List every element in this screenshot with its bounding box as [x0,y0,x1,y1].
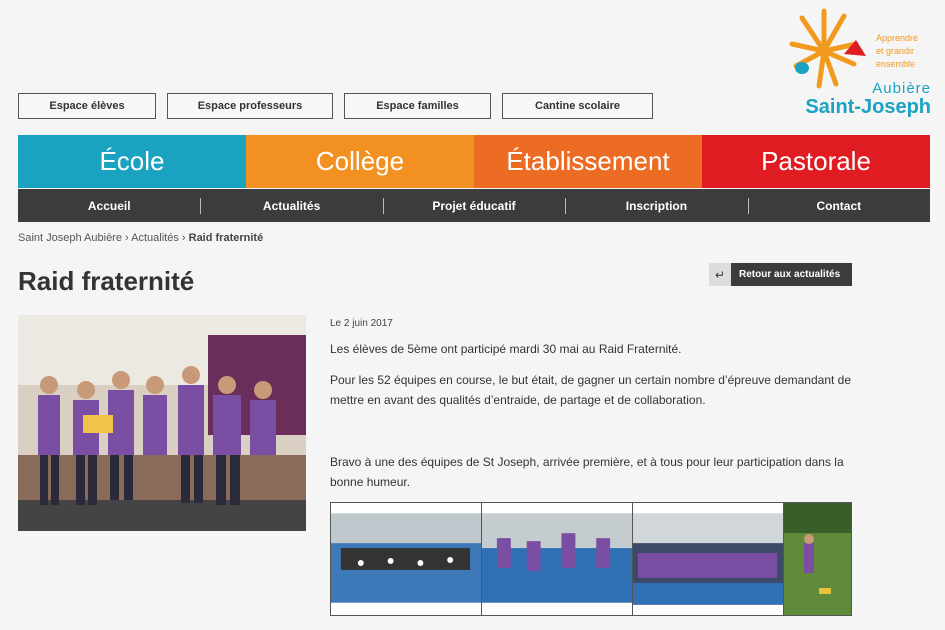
breadcrumb-current: Raid fraternité [188,232,264,244]
section-nav: École Collège Établissement Pastorale [18,135,930,188]
menu-projet-educatif[interactable]: Projet éducatif [382,189,565,222]
breadcrumb-actualites[interactable]: Actualités [131,232,179,244]
section-college[interactable]: Collège [246,135,474,188]
team-photo [18,315,306,531]
menu-actualites[interactable]: Actualités [200,189,382,222]
article-paragraph-3: Bravo à une des équipes de St Joseph, ar… [330,455,844,489]
cantine-scolaire-button[interactable]: Cantine scolaire [502,93,653,119]
gallery-thumb[interactable] [784,503,851,615]
logo-name[interactable]: Saint-Joseph [805,96,931,119]
menu-contact[interactable]: Contact [747,189,930,222]
espace-familles-button[interactable]: Espace familles [344,93,491,119]
espace-professeurs-button[interactable]: Espace professeurs [167,93,333,119]
logo-town: Aubière [872,80,931,97]
breadcrumb-home[interactable]: Saint Joseph Aubière [18,232,122,244]
gallery-thumb[interactable] [331,503,482,615]
main-menu: Accueil Actualités Projet éducatif Inscr… [18,189,930,222]
top-links: Espace élèves Espace professeurs Espace … [18,93,664,119]
breadcrumb: Saint Joseph Aubière › Actualités › Raid… [18,232,264,244]
article-paragraph-2: Pour les 52 équipes en course, le but ét… [330,373,852,407]
menu-accueil[interactable]: Accueil [18,189,200,222]
back-to-news-button[interactable]: ↵ Retour aux actualités [709,263,852,286]
section-ecole[interactable]: École [18,135,246,188]
page-title: Raid fraternité [18,266,195,296]
menu-inscription[interactable]: Inscription [565,189,747,222]
gallery-thumb[interactable] [633,503,784,615]
photo-gallery [330,502,852,616]
section-pastorale[interactable]: Pastorale [702,135,930,188]
gallery-thumb[interactable] [482,503,633,615]
article-paragraph-1: Les élèves de 5ème ont participé mardi 3… [330,342,682,356]
article-date: Le 2 juin 2017 [330,318,393,329]
section-etablissement[interactable]: Établissement [474,135,702,188]
logo-tagline: Apprendre et grandir ensemble [876,33,919,69]
return-arrow-icon: ↵ [709,263,731,286]
espace-eleves-button[interactable]: Espace élèves [18,93,156,119]
back-label: Retour aux actualités [739,269,841,280]
